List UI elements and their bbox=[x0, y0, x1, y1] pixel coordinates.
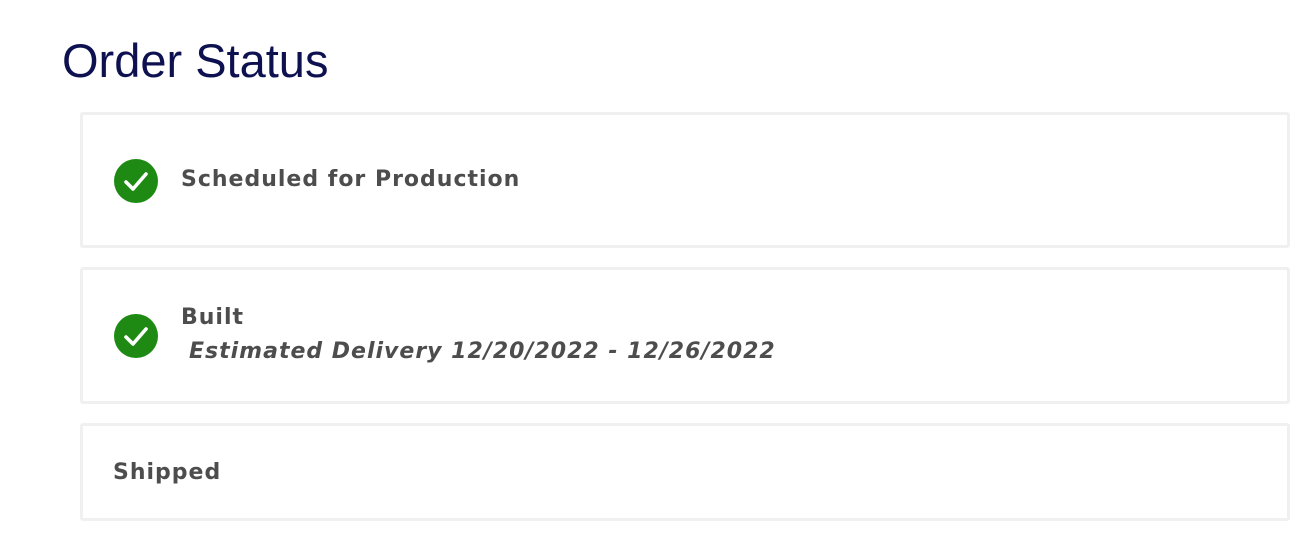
status-step-shipped: Shipped bbox=[80, 423, 1290, 521]
step-label: Shipped bbox=[113, 460, 222, 485]
status-step-scheduled: Scheduled for Production bbox=[80, 112, 1290, 248]
estimated-delivery-text: Estimated Delivery 12/20/2022 - 12/26/20… bbox=[189, 339, 776, 364]
status-step-built: Built Estimated Delivery 12/20/2022 - 12… bbox=[80, 267, 1290, 404]
step-label: Scheduled for Production bbox=[181, 167, 521, 192]
page-title: Order Status bbox=[62, 34, 329, 87]
check-circle-icon bbox=[114, 159, 158, 203]
check-circle-icon bbox=[114, 314, 158, 358]
step-label: Built bbox=[181, 305, 245, 330]
